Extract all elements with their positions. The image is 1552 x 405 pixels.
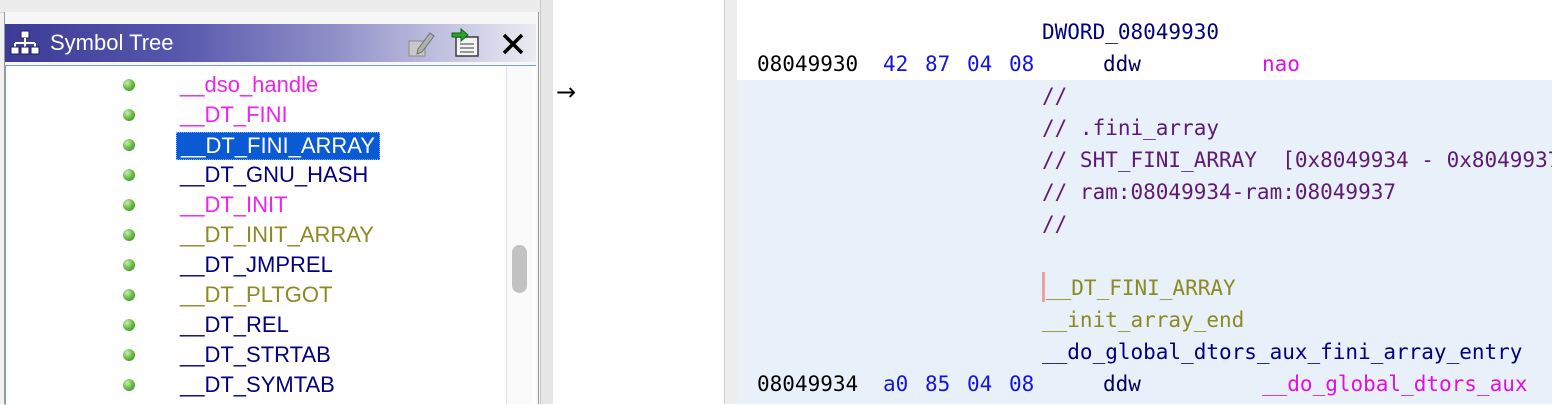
comment-line: // SHT_FINI_ARRAY [0x8049934 - 0x8049937… bbox=[1042, 148, 1552, 172]
tree-item-label[interactable]: __DT_PLTGOT bbox=[176, 282, 336, 308]
tree-item[interactable]: __DT_SYMTAB bbox=[0, 370, 500, 400]
symbol-dot-icon bbox=[123, 259, 135, 271]
byte[interactable]: 85 bbox=[925, 370, 950, 398]
mnemonic[interactable]: ddw bbox=[1103, 50, 1141, 78]
label-entry[interactable]: __do_global_dtors_aux_fini_array_entry bbox=[1042, 338, 1522, 366]
symbol-dot-icon bbox=[123, 319, 135, 331]
tree-item-label[interactable]: __DT_STRTAB bbox=[176, 342, 335, 368]
tree-item-label[interactable]: __DT_SYMTAB bbox=[176, 372, 339, 398]
symbol-dot-icon bbox=[123, 289, 135, 301]
tree-item[interactable]: __DT_PLTGOT bbox=[0, 280, 500, 310]
comment-line: // .fini_array bbox=[1042, 116, 1220, 140]
tree-item-label[interactable]: __dso_handle bbox=[176, 72, 322, 98]
symbol-dot-icon bbox=[123, 79, 135, 91]
byte[interactable]: 87 bbox=[925, 50, 950, 78]
tree-item[interactable]: __DT_INIT_ARRAY bbox=[0, 220, 500, 250]
tree-scrollbar-thumb[interactable] bbox=[512, 245, 527, 293]
comment-line: // bbox=[1042, 84, 1068, 108]
navigate-incoming-icon[interactable] bbox=[450, 27, 480, 59]
cursor-arrow-icon: → bbox=[556, 78, 577, 106]
tree-item[interactable]: __dso_handle bbox=[0, 70, 500, 100]
label-entry[interactable]: __init_array_end bbox=[1042, 306, 1244, 334]
symbol-dot-icon bbox=[123, 169, 135, 181]
edit-pencil-icon[interactable] bbox=[406, 27, 436, 59]
symbol-dot-icon bbox=[123, 229, 135, 241]
symbol-dot-icon bbox=[123, 199, 135, 211]
mnemonic[interactable]: ddw bbox=[1103, 370, 1141, 398]
tree-item-label[interactable]: __DT_FINI bbox=[176, 102, 292, 128]
tree-item[interactable]: __DT_REL bbox=[0, 310, 500, 340]
symbol-tree-icon bbox=[10, 30, 40, 55]
tree-item[interactable]: __DT_JMPREL bbox=[0, 250, 500, 280]
listing-divider[interactable] bbox=[724, 0, 738, 404]
panel-splitter[interactable] bbox=[540, 0, 554, 404]
label-entry[interactable]: __DT_FINI_ARRAY bbox=[1046, 274, 1236, 302]
tree-item-label[interactable]: __DT_INIT bbox=[176, 192, 292, 218]
listing-margin bbox=[553, 0, 735, 404]
tree-item-label[interactable]: __DT_INIT_ARRAY bbox=[176, 222, 378, 248]
symbol-dot-icon bbox=[123, 349, 135, 361]
symbol-dot-icon bbox=[123, 139, 135, 151]
tree-item[interactable]: __DT_STRTAB bbox=[0, 340, 500, 370]
byte[interactable]: 08 bbox=[1009, 50, 1034, 78]
tree-item[interactable]: __DT_GNU_HASH bbox=[0, 160, 500, 190]
operand[interactable]: nao bbox=[1262, 50, 1300, 78]
byte[interactable]: 04 bbox=[967, 370, 992, 398]
tree-item[interactable]: __DT_INIT bbox=[0, 190, 500, 220]
tree-item-label[interactable]: __DT_GNU_HASH bbox=[176, 162, 372, 188]
symbol-tree-title: Symbol Tree bbox=[50, 30, 174, 55]
byte[interactable]: 08 bbox=[1009, 370, 1034, 398]
dword-label[interactable]: DWORD_08049930 bbox=[1042, 18, 1219, 46]
byte[interactable]: 42 bbox=[883, 50, 908, 78]
symbol-dot-icon bbox=[123, 109, 135, 121]
tree-item[interactable]: __DT_FINI bbox=[0, 100, 500, 130]
tree-scrollbar[interactable] bbox=[506, 66, 532, 404]
tree-item-selected[interactable]: __DT_FINI_ARRAY bbox=[0, 130, 500, 160]
tree-item-label[interactable]: __DT_JMPREL bbox=[176, 252, 337, 278]
tree-item-label[interactable]: __DT_FINI_ARRAY bbox=[176, 132, 380, 160]
text-cursor bbox=[1042, 272, 1045, 302]
byte[interactable]: a0 bbox=[883, 370, 908, 398]
byte[interactable]: 04 bbox=[967, 50, 992, 78]
address[interactable]: 08049930 bbox=[757, 50, 858, 78]
address[interactable]: 08049934 bbox=[757, 370, 858, 398]
symbol-dot-icon bbox=[123, 379, 135, 391]
close-x-icon[interactable] bbox=[498, 27, 528, 59]
comment-line: // bbox=[1042, 212, 1068, 236]
tree-item-label[interactable]: __DT_REL bbox=[176, 312, 293, 338]
comment-line: // ram:08049934-ram:08049937 bbox=[1042, 180, 1397, 204]
operand[interactable]: __do_global_dtors_aux bbox=[1262, 370, 1528, 398]
